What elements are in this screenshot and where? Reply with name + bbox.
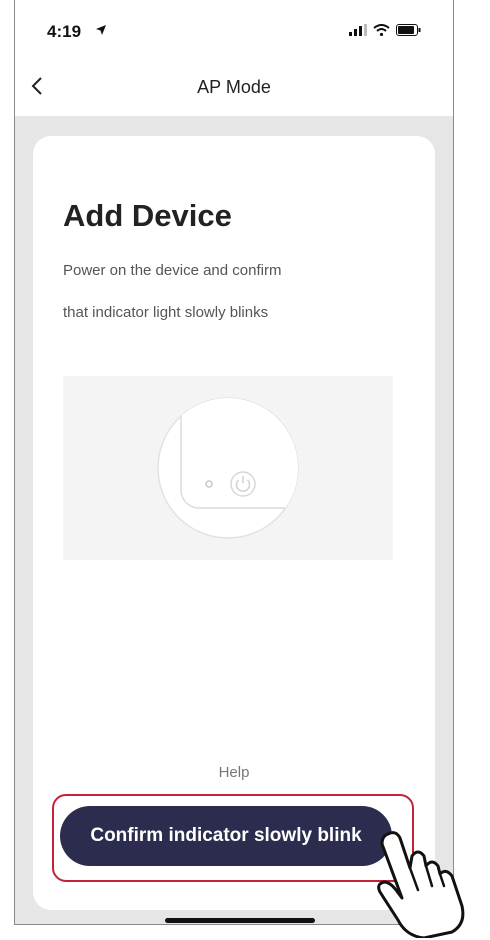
card-description-line2: that indicator light slowly blinks bbox=[63, 304, 269, 321]
page-title: AP Mode bbox=[197, 77, 271, 97]
location-arrow-icon bbox=[96, 25, 106, 35]
phone-screen: 4:19 AP Mode Add Device Power on the dev… bbox=[14, 0, 454, 925]
device-illustration bbox=[63, 376, 393, 560]
pointing-hand-icon bbox=[377, 831, 465, 938]
top-bar: 4:19 AP Mode bbox=[15, 0, 453, 116]
card-description-line1: Power on the device and confirm bbox=[63, 262, 282, 279]
wifi-icon bbox=[373, 24, 390, 36]
help-link[interactable]: Help bbox=[33, 764, 435, 781]
status-icons bbox=[349, 24, 421, 36]
card-title: Add Device bbox=[63, 198, 232, 233]
confirm-indicator-button[interactable]: Confirm indicator slowly blink bbox=[60, 806, 392, 866]
battery-icon bbox=[396, 24, 421, 36]
signal-icon bbox=[349, 24, 367, 36]
status-time: 4:19 bbox=[47, 22, 82, 41]
home-indicator bbox=[165, 918, 315, 923]
